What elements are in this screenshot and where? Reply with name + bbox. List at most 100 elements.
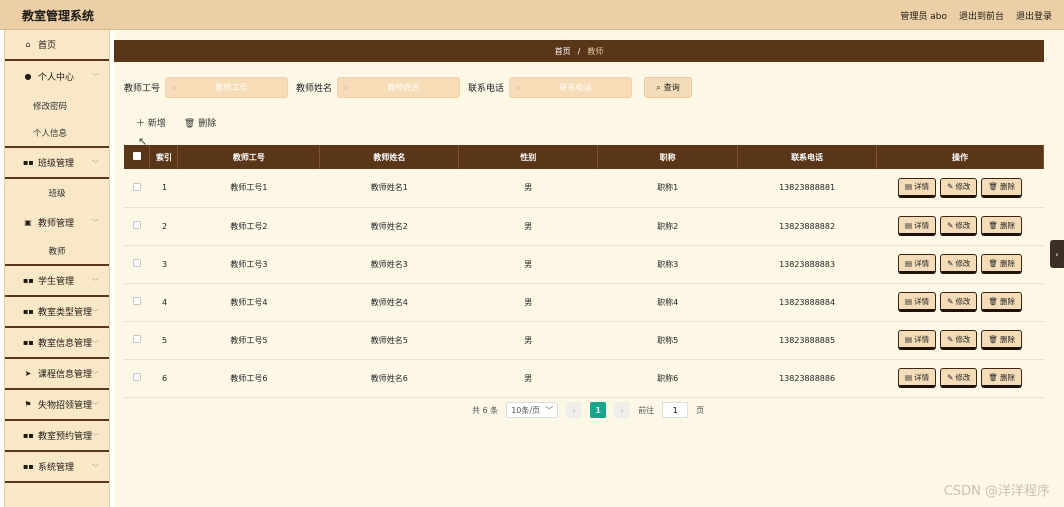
row-select-cell[interactable] (124, 359, 150, 398)
detail-button[interactable]: ▤ 详情 (898, 216, 937, 236)
detail-button[interactable]: ▤ 详情 (898, 292, 937, 312)
trash-icon: 🗑 (988, 182, 998, 192)
row-delete-button[interactable]: 🗑 删除 (981, 292, 1022, 312)
detail-button[interactable]: ▤ 详情 (898, 254, 937, 274)
collapse-panel-tab[interactable]: ‹ (1050, 240, 1064, 268)
teacher-table: 索引 教师工号 教师姓名 性别 职称 联系电话 操作 1 教师工号1 教师姓名1… (124, 145, 1044, 398)
cell-phone: 13823888885 (737, 321, 877, 360)
page-size-select[interactable]: 10条/页 ﹀ (506, 402, 559, 418)
table-row: 4 教师工号4 教师姓名4 男 职称4 13823888884 ▤ 详情 ✎ 修改 🗑 删… (124, 283, 1044, 322)
sidebar-subitem-change-password[interactable]: 修改密码 (5, 92, 109, 120)
cell-teacher-id: 教师工号1 (177, 169, 320, 208)
phone-label: 联系电话 (468, 84, 505, 94)
teacher-id-field[interactable]: ⌕ (165, 77, 289, 98)
cell-gender: 男 (458, 169, 598, 208)
sidebar-item-system-management[interactable]: ▪▪ 系统管理 ﹀ (5, 452, 109, 483)
detail-button[interactable]: ▤ 详情 (898, 177, 937, 198)
breadcrumb-home[interactable]: 首页 (555, 46, 571, 57)
sidebar-subitem-personal-info[interactable]: 个人信息 (5, 120, 109, 148)
sidebar-item-home[interactable]: ⌂ 首页 (5, 30, 109, 61)
trash-icon: 🗑 (183, 119, 196, 129)
next-page-button[interactable]: › (614, 402, 631, 418)
add-button-label: 新增 (147, 119, 166, 129)
document-icon: ▤ (905, 220, 913, 230)
edit-button[interactable]: ✎ 修改 (940, 254, 978, 274)
row-select-cell[interactable] (124, 169, 150, 208)
sidebar-item-course-info-management[interactable]: ➤ 课程信息管理 ﹀ (5, 359, 109, 390)
page-number-current[interactable]: 1 (590, 402, 607, 418)
teacher-name-label: 教师姓名 (296, 84, 333, 94)
folder-icon: ▣ (24, 218, 32, 227)
admin-label: 管理员 abo (900, 12, 947, 22)
search-icon: ⌕ (516, 82, 521, 92)
table-row: 2 教师工号2 教师姓名2 男 职称2 13823888882 ▤ 详情 ✎ 修改 🗑 删… (124, 207, 1044, 246)
add-button[interactable]: ＋ 新增 (136, 116, 166, 129)
detail-button[interactable]: ▤ 详情 (898, 368, 937, 388)
mouse-cursor-icon: ↖ (138, 135, 148, 148)
teacher-id-input[interactable] (184, 83, 280, 92)
cell-teacher-name: 教师姓名3 (319, 245, 459, 284)
logout-link[interactable]: 退出登录 (1016, 9, 1052, 22)
row-select-cell[interactable] (124, 283, 150, 322)
row-delete-button[interactable]: 🗑 删除 (981, 216, 1022, 236)
edit-button[interactable]: ✎ 修改 (940, 216, 978, 236)
sidebar-item-room-type-management[interactable]: ▪▪ 教室类型管理 ﹀ (5, 297, 109, 328)
delete-button-label: 删除 (999, 334, 1015, 344)
row-select-cell[interactable] (124, 321, 150, 360)
exit-to-front-link[interactable]: 退出到前台 (959, 9, 1004, 22)
cell-operations: ▤ 详情 ✎ 修改 🗑 删除 (876, 207, 1044, 246)
sidebar-item-room-booking-management[interactable]: ▪▪ 教室预约管理 ﹀ (5, 421, 109, 452)
row-delete-button[interactable]: 🗑 删除 (981, 368, 1022, 388)
detail-button-label: 详情 (914, 258, 930, 268)
row-delete-button[interactable]: 🗑 删除 (981, 330, 1022, 350)
row-checkbox[interactable] (132, 259, 141, 267)
column-header-title: 职称 (597, 145, 739, 169)
sidebar-item-class-management[interactable]: ▪▪ 班级管理 ﹀ (5, 148, 109, 179)
sidebar-item-room-info-management[interactable]: ▪▪ 教室信息管理 ﹀ (5, 328, 109, 359)
sidebar-subitem-class[interactable]: 班级 (5, 179, 109, 207)
teacher-name-field[interactable]: ⌕ (337, 77, 461, 98)
phone-input[interactable] (528, 83, 624, 92)
sidebar-item-lost-found-management[interactable]: ⚑ 失物招领管理 ﹀ (5, 390, 109, 421)
prev-page-button[interactable]: ‹ (566, 402, 583, 418)
select-all-header[interactable] (124, 145, 151, 169)
query-button[interactable]: ⌕ 查询 (644, 77, 693, 98)
edit-button[interactable]: ✎ 修改 (940, 177, 978, 198)
top-bar: 教室管理系统 管理员 abo 退出到前台 退出登录 (0, 0, 1064, 30)
grid-icon: ▪▪ (23, 276, 34, 285)
teacher-id-label: 教师工号 (124, 84, 161, 94)
row-checkbox[interactable] (132, 297, 141, 305)
sidebar-item-student-management[interactable]: ▪▪ 学生管理 ﹀ (5, 266, 109, 297)
row-delete-button[interactable]: 🗑 删除 (981, 177, 1022, 198)
detail-button[interactable]: ▤ 详情 (898, 330, 937, 350)
teacher-name-input[interactable] (356, 83, 452, 92)
goto-label: 前往 (638, 405, 655, 415)
edit-button[interactable]: ✎ 修改 (940, 330, 978, 350)
row-delete-button[interactable]: 🗑 删除 (981, 254, 1022, 274)
sidebar-item-teacher-management[interactable]: ▣ 教师管理 ﹀ (5, 207, 109, 238)
sidebar-subitem-teacher[interactable]: 教师 (5, 238, 109, 266)
row-checkbox[interactable] (132, 335, 141, 343)
sidebar-item-personal-center[interactable]: ● 个人中心 ﹀ (5, 61, 109, 92)
chevron-down-icon: ﹀ (92, 464, 99, 472)
delete-button[interactable]: 🗑 删除 (184, 116, 216, 129)
phone-field[interactable]: ⌕ (509, 77, 633, 98)
sidebar-item-label: 首页 (38, 41, 57, 51)
table-row: 5 教师工号5 教师姓名5 男 职称5 13823888885 ▤ 详情 ✎ 修改 🗑 删… (124, 321, 1044, 360)
edit-button-label: 修改 (955, 220, 971, 230)
row-select-cell[interactable] (124, 207, 150, 246)
search-bar: 教师工号 ⌕ 教师姓名 ⌕ 联系电话 ⌕ ⌕ 查询 (124, 77, 693, 98)
cell-teacher-id: 教师工号2 (177, 207, 320, 246)
trash-icon: 🗑 (988, 258, 998, 268)
edit-button[interactable]: ✎ 修改 (940, 292, 978, 312)
cell-gender: 男 (458, 321, 598, 360)
row-checkbox[interactable] (132, 182, 141, 191)
select-all-checkbox[interactable] (132, 152, 141, 160)
row-select-cell[interactable] (124, 245, 150, 284)
edit-button[interactable]: ✎ 修改 (940, 368, 978, 388)
row-checkbox[interactable] (132, 221, 141, 229)
goto-page-input[interactable] (662, 402, 689, 418)
chevron-down-icon: ﹀ (92, 371, 99, 379)
row-checkbox[interactable] (132, 373, 141, 381)
sidebar-item-label: 班级管理 (38, 159, 75, 169)
